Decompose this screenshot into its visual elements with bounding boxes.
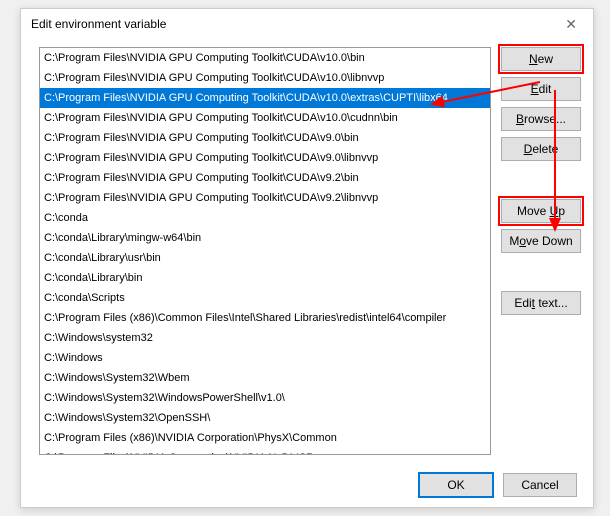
list-item[interactable]: C:\Windows\System32\WindowsPowerShell\v1… <box>40 388 490 408</box>
list-item[interactable]: C:\conda\Scripts <box>40 288 490 308</box>
close-icon[interactable]: ✕ <box>559 14 583 35</box>
list-item[interactable]: C:\Windows\System32\Wbem <box>40 368 490 388</box>
list-item[interactable]: C:\Windows <box>40 348 490 368</box>
move-down-button[interactable]: Move Down <box>501 229 581 253</box>
list-item[interactable]: C:\Program Files\NVIDIA GPU Computing To… <box>40 128 490 148</box>
side-buttons: New Edit Browse... Delete Move Up Move D… <box>501 47 581 455</box>
list-item[interactable]: C:\Program Files\NVIDIA GPU Computing To… <box>40 88 490 108</box>
cancel-button[interactable]: Cancel <box>503 473 577 497</box>
list-item[interactable]: C:\Program Files\NVIDIA GPU Computing To… <box>40 48 490 68</box>
list-item[interactable]: C:\conda\Library\usr\bin <box>40 248 490 268</box>
list-item[interactable]: C:\conda\Library\bin <box>40 268 490 288</box>
list-item[interactable]: C:\Program Files\NVIDIA GPU Computing To… <box>40 68 490 88</box>
list-item[interactable]: C:\conda <box>40 208 490 228</box>
new-button[interactable]: New <box>501 47 581 71</box>
list-item[interactable]: C:\Program Files\NVIDIA GPU Computing To… <box>40 188 490 208</box>
dialog-buttons: OK Cancel <box>419 473 577 497</box>
edit-text-button[interactable]: Edit text... <box>501 291 581 315</box>
environment-variable-dialog: Edit environment variable ✕ C:\Program F… <box>20 8 594 508</box>
dialog-title: Edit environment variable <box>31 17 166 31</box>
list-item[interactable]: C:\Program Files\NVIDIA GPU Computing To… <box>40 168 490 188</box>
list-item[interactable]: C:\Program Files (x86)\Common Files\Inte… <box>40 308 490 328</box>
list-item[interactable]: C:\Windows\System32\OpenSSH\ <box>40 408 490 428</box>
content-area: C:\Program Files\NVIDIA GPU Computing To… <box>21 39 593 459</box>
browse-button[interactable]: Browse... <box>501 107 581 131</box>
list-item[interactable]: C:\Program Files\NVIDIA GPU Computing To… <box>40 148 490 168</box>
path-listbox[interactable]: C:\Program Files\NVIDIA GPU Computing To… <box>39 47 491 455</box>
delete-button[interactable]: Delete <box>501 137 581 161</box>
list-item[interactable]: C:\Program Files\NVIDIA GPU Computing To… <box>40 108 490 128</box>
move-up-button[interactable]: Move Up <box>501 199 581 223</box>
edit-button[interactable]: Edit <box>501 77 581 101</box>
ok-button[interactable]: OK <box>419 473 493 497</box>
list-item[interactable]: C:\Windows\system32 <box>40 328 490 348</box>
list-item[interactable]: C:\Program Files (x86)\NVIDIA Corporatio… <box>40 428 490 448</box>
titlebar: Edit environment variable ✕ <box>21 9 593 39</box>
list-item[interactable]: C:\Program Files\NVIDIA Corporation\NVID… <box>40 448 490 455</box>
list-item[interactable]: C:\conda\Library\mingw-w64\bin <box>40 228 490 248</box>
